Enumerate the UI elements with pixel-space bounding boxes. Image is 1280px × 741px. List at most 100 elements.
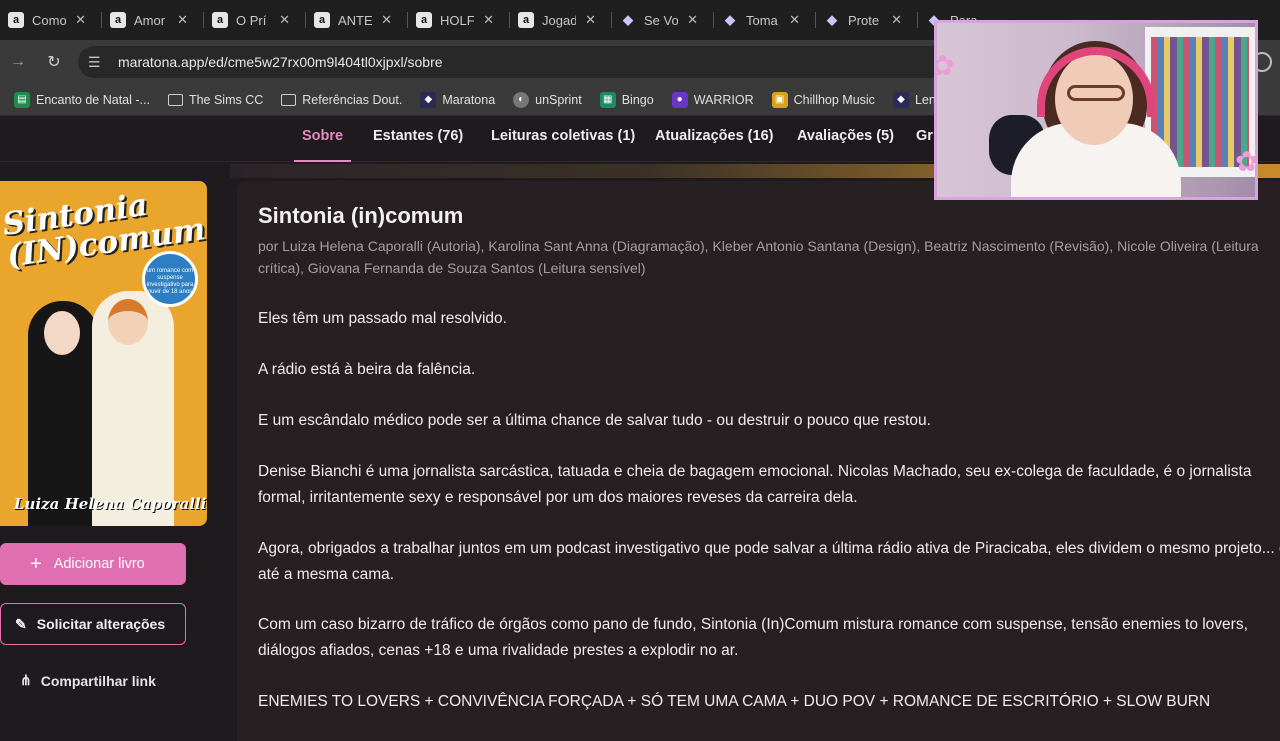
tab-estantes[interactable]: Estantes (76) — [373, 128, 463, 144]
tab-title: Como — [32, 12, 66, 28]
close-tab-icon[interactable]: ✕ — [687, 12, 698, 28]
share-link-button[interactable]: ⋔ Compartilhar link — [20, 672, 156, 689]
flower-icon: ✿ — [1235, 146, 1258, 177]
synopsis-paragraph: Denise Bianchi é uma jornalista sarcásti… — [258, 463, 1252, 506]
maratona-favicon-icon: ◆ — [420, 91, 437, 108]
bookmark-item[interactable]: ▦ Bingo — [599, 91, 654, 108]
close-tab-icon[interactable]: ✕ — [75, 12, 86, 28]
bookmark-label: Maratona — [442, 92, 496, 107]
cover-seal: um romance com suspense investigativo pa… — [142, 251, 198, 307]
site-settings-icon[interactable]: ☰ — [88, 54, 110, 71]
bookmark-item[interactable]: ▣ Chillhop Music — [771, 91, 875, 108]
active-tab-indicator — [294, 160, 351, 162]
flower-icon: ✿ — [937, 49, 954, 82]
bookmark-label: Referências Dout. — [302, 92, 403, 107]
synopsis-paragraph: E um escândalo médico pode ser a última … — [258, 412, 931, 429]
amazon-favicon-icon: a — [314, 12, 330, 28]
book-title: Sintonia (in)comum — [258, 203, 464, 228]
tab-title: O Prí — [236, 12, 267, 28]
close-tab-icon[interactable]: ✕ — [483, 12, 494, 28]
tab-avaliacoes[interactable]: Avaliações (5) — [797, 128, 894, 144]
bookmark-label: The Sims CC — [188, 92, 264, 107]
close-tab-icon[interactable]: ✕ — [279, 12, 290, 28]
book-page: Sobre Estantes (76) Leituras coletivas (… — [0, 117, 1280, 741]
browser-tab[interactable]: a HOLF ✕ — [408, 0, 510, 40]
synopsis-paragraph: Eles têm um passado mal resolvido. — [258, 310, 507, 327]
tab-title: Toma — [746, 12, 778, 28]
tab-atualizacoes[interactable]: Atualizações (16) — [655, 128, 773, 144]
browser-tab[interactable]: ◆ Se Vo ✕ — [612, 0, 714, 40]
synopsis-paragraph: Com um caso bizarro de tráfico de órgãos… — [258, 616, 1248, 659]
browser-tab[interactable]: a Amor ✕ — [102, 0, 204, 40]
folder-icon — [167, 93, 183, 106]
reload-icon[interactable]: ↻ — [36, 52, 72, 72]
tab-title: Jogad — [542, 12, 576, 28]
close-tab-icon[interactable]: ✕ — [789, 12, 800, 28]
bingo-favicon-icon: ▦ — [599, 91, 616, 108]
webcam-overlay: ✿ ✿ — [934, 20, 1258, 200]
cover-face — [44, 311, 80, 355]
tab-leituras-coletivas[interactable]: Leituras coletivas (1) — [491, 128, 635, 144]
browser-tab[interactable]: a O Prí ✕ — [204, 0, 306, 40]
plus-icon: + — [30, 552, 42, 575]
maratona-favicon-icon: ◆ — [623, 12, 633, 27]
book-credits: por Luiza Helena Caporalli (Autoria), Ka… — [258, 238, 1259, 276]
add-book-button[interactable]: + Adicionar livro — [0, 543, 186, 585]
amazon-favicon-icon: a — [416, 12, 432, 28]
tab-title: Amor — [134, 12, 166, 28]
edit-icon: ✎ — [15, 615, 27, 632]
close-tab-icon[interactable]: ✕ — [381, 12, 392, 28]
bookmark-label: Encanto de Natal -... — [36, 92, 150, 107]
bookmark-favicon-icon: ▤ — [14, 91, 30, 108]
book-cover: Sintonia (IN)comum um romance com suspens… — [0, 181, 207, 526]
tab-title: Prote — [848, 12, 880, 28]
share-icon: ⋔ — [20, 672, 32, 688]
bookmark-folder[interactable]: Referências Dout. — [281, 93, 402, 107]
bookmark-item[interactable]: ● WARRIOR — [671, 91, 754, 108]
folder-icon — [281, 93, 297, 106]
browser-tab[interactable]: a ANTE ✕ — [306, 0, 408, 40]
forward-arrow-icon[interactable]: → — [0, 53, 36, 71]
bookmark-label: Chillhop Music — [793, 92, 875, 107]
bookmark-label: Bingo — [621, 92, 654, 107]
add-book-label: Adicionar livro — [53, 556, 145, 572]
close-tab-icon[interactable]: ✕ — [177, 12, 188, 28]
bookmark-label: unSprint — [535, 92, 582, 107]
warrior-favicon-icon: ● — [671, 91, 688, 108]
amazon-favicon-icon: a — [8, 12, 24, 28]
maratona-favicon-icon: ◆ — [827, 12, 837, 27]
url-text: maratona.app/ed/cme5w27rx00m9l404tl0xjpx… — [118, 54, 443, 70]
synopsis-paragraph: Agora, obrigados a trabalhar juntos em u… — [258, 540, 1280, 583]
tab-sobre[interactable]: Sobre — [302, 128, 343, 144]
browser-tab[interactable]: ◆ Toma ✕ — [714, 0, 816, 40]
globe-icon: ◐ — [513, 91, 530, 108]
chillhop-favicon-icon: ▣ — [771, 91, 788, 108]
browser-tab[interactable]: a Jogad ✕ — [510, 0, 612, 40]
amazon-favicon-icon: a — [212, 12, 228, 28]
share-link-label: Compartilhar link — [40, 672, 156, 689]
amazon-favicon-icon: a — [518, 12, 534, 28]
close-tab-icon[interactable]: ✕ — [585, 12, 596, 28]
tab-title: ANTE — [338, 12, 372, 28]
bookmark-label: WARRIOR — [693, 92, 754, 107]
close-tab-icon[interactable]: ✕ — [891, 12, 902, 28]
maratona-favicon-icon: ◆ — [892, 91, 909, 108]
maratona-favicon-icon: ◆ — [725, 12, 735, 27]
browser-tab[interactable]: a Como ✕ — [0, 0, 102, 40]
tab-title: Se Vo — [644, 12, 678, 28]
synopsis-paragraph: A rádio está à beira da falência. — [258, 361, 476, 378]
bookmark-folder[interactable]: The Sims CC — [167, 92, 264, 107]
tab-title: HOLF — [440, 12, 474, 28]
request-changes-label: Solicitar alterações — [36, 616, 166, 632]
browser-tab[interactable]: ◆ Prote ✕ — [816, 0, 918, 40]
amazon-favicon-icon: a — [110, 12, 126, 28]
bookmark-item[interactable]: ▤ Encanto de Natal -... — [14, 91, 150, 108]
tropes-line: ENEMIES TO LOVERS + CONVIVÊNCIA FORÇADA … — [258, 693, 1211, 710]
bookmark-item[interactable]: ◐ unSprint — [513, 91, 582, 108]
tab-grupos[interactable]: Gr — [916, 128, 933, 144]
book-details-card: Sintonia (in)comum por Luiza Helena Capo… — [237, 181, 1280, 741]
request-changes-button[interactable]: ✎ Solicitar alterações — [0, 603, 186, 645]
bookmark-item[interactable]: ◆ Maratona — [420, 91, 496, 108]
cover-face — [108, 299, 148, 345]
cover-author: Luiza Helena Caporalli — [14, 495, 207, 513]
